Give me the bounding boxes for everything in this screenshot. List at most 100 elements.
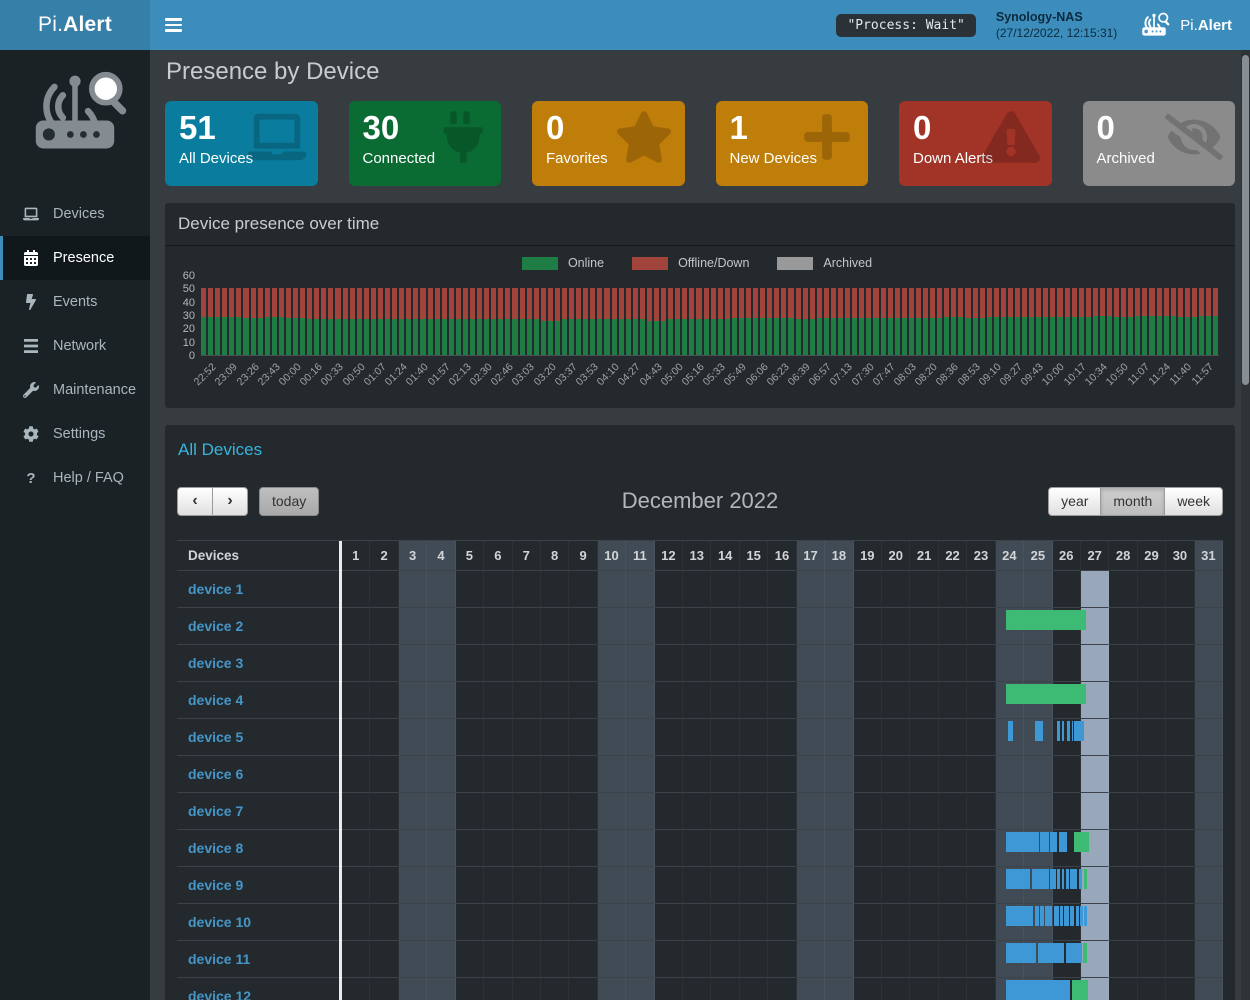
- day-cell-7: [513, 756, 541, 793]
- day-cell-9: [569, 719, 597, 756]
- day-cell-9: [569, 978, 597, 1000]
- presence-bar-blue[interactable]: [1040, 832, 1049, 852]
- card-connected[interactable]: 30Connected: [349, 101, 502, 186]
- sidebar-item-devices[interactable]: Devices: [0, 192, 150, 236]
- day-cell-28: [1109, 904, 1137, 941]
- sidebar-item-presence[interactable]: Presence: [0, 236, 150, 280]
- today-button[interactable]: today: [259, 487, 319, 516]
- presence-bar-blue[interactable]: [1066, 869, 1069, 889]
- card-all-devices[interactable]: 51All Devices: [165, 101, 318, 186]
- sidebar-item-network[interactable]: Network: [0, 324, 150, 368]
- chart-bar: [1164, 276, 1169, 355]
- presence-bar-blue[interactable]: [1070, 906, 1074, 926]
- brand-logo[interactable]: Pi.Alert: [0, 0, 150, 50]
- presence-bar-blue[interactable]: [1062, 869, 1065, 889]
- chart-bar: [562, 276, 567, 355]
- presence-bar-blue[interactable]: [1038, 943, 1064, 963]
- card-down-alerts[interactable]: 0Down Alerts: [899, 101, 1052, 186]
- presence-bar-blue[interactable]: [1064, 906, 1068, 926]
- presence-bar-blue[interactable]: [1057, 869, 1060, 889]
- card-favorites[interactable]: 0Favorites: [532, 101, 685, 186]
- week-view-button[interactable]: week: [1164, 487, 1223, 516]
- device-link[interactable]: device 4: [188, 692, 243, 708]
- device-link[interactable]: device 8: [188, 840, 243, 856]
- presence-bar-blue[interactable]: [1050, 869, 1056, 889]
- device-link[interactable]: device 2: [188, 618, 243, 634]
- presence-bar-blue[interactable]: [1062, 721, 1065, 741]
- day-cell-31: [1195, 645, 1223, 682]
- presence-bar-blue[interactable]: [1076, 906, 1079, 926]
- device-link[interactable]: device 11: [188, 951, 250, 967]
- month-view-button[interactable]: month: [1100, 487, 1165, 516]
- online-segment: [321, 319, 326, 355]
- sidebar-item-settings[interactable]: Settings: [0, 412, 150, 456]
- sidebar-item-help-faq[interactable]: ?Help / FAQ: [0, 456, 150, 500]
- day-cell-22: [939, 978, 967, 1000]
- presence-bar-blue[interactable]: [1072, 721, 1073, 741]
- presence-bar-green[interactable]: [1074, 832, 1090, 852]
- device-link[interactable]: device 3: [188, 655, 243, 671]
- year-view-button[interactable]: year: [1048, 487, 1101, 516]
- day-cell-21: [910, 978, 938, 1000]
- card-new-devices[interactable]: 1New Devices: [716, 101, 869, 186]
- chart-bar: [470, 276, 475, 355]
- online-segment: [484, 319, 489, 355]
- presence-bar-blue[interactable]: [1006, 980, 1071, 1000]
- presence-bar-green[interactable]: [1084, 869, 1087, 889]
- prev-button[interactable]: ‹: [177, 487, 213, 516]
- day-cell-3: [399, 571, 427, 608]
- device-link[interactable]: device 1: [188, 581, 243, 597]
- device-link[interactable]: device 6: [188, 766, 243, 782]
- network-icon-svg: [23, 338, 39, 354]
- day-cell-18: [825, 645, 853, 682]
- presence-bar-blue[interactable]: [1006, 943, 1036, 963]
- offline-segment: [1206, 288, 1211, 316]
- chart-bar: [555, 276, 560, 355]
- presence-bar-green[interactable]: [1006, 610, 1086, 630]
- page-scrollbar[interactable]: [1241, 50, 1250, 1000]
- presence-bar-blue[interactable]: [1035, 906, 1039, 926]
- card-archived[interactable]: 0Archived: [1083, 101, 1236, 186]
- navbar-app-brand[interactable]: Pi.Alert: [1137, 11, 1232, 39]
- presence-bar-green[interactable]: [1083, 943, 1087, 963]
- presence-bar-blue[interactable]: [1077, 721, 1084, 741]
- sidebar-item-events[interactable]: Events: [0, 280, 150, 324]
- presence-bar-blue[interactable]: [1059, 832, 1067, 852]
- online-segment: [1107, 316, 1112, 356]
- presence-bar-blue[interactable]: [1006, 906, 1034, 926]
- presence-bar-blue[interactable]: [1008, 721, 1014, 741]
- presence-bar-blue[interactable]: [1040, 906, 1044, 926]
- presence-bar-blue[interactable]: [1079, 869, 1083, 889]
- presence-bar-blue[interactable]: [1074, 721, 1077, 741]
- device-link[interactable]: device 5: [188, 729, 243, 745]
- day-cell-31: [1195, 830, 1223, 867]
- presence-bar-blue[interactable]: [1050, 832, 1057, 852]
- offline-segment: [1057, 288, 1062, 317]
- scrollbar-thumb[interactable]: [1242, 55, 1249, 385]
- device-link[interactable]: device 7: [188, 803, 243, 819]
- presence-bar-blue[interactable]: [1057, 721, 1060, 741]
- next-button[interactable]: ›: [212, 487, 248, 516]
- device-link[interactable]: device 10: [188, 914, 251, 930]
- offline-segment: [505, 288, 510, 320]
- sidebar-item-maintenance[interactable]: Maintenance: [0, 368, 150, 412]
- device-link[interactable]: device 9: [188, 877, 243, 893]
- presence-bar-blue[interactable]: [1066, 943, 1082, 963]
- presence-bar-blue[interactable]: [1084, 906, 1087, 926]
- day-cell-28: [1109, 793, 1137, 830]
- device-link[interactable]: device 12: [188, 988, 251, 1000]
- online-segment: [265, 317, 270, 355]
- presence-bar-blue[interactable]: [1070, 869, 1077, 889]
- presence-bar-blue[interactable]: [1032, 869, 1049, 889]
- sidebar-toggle-button[interactable]: [150, 0, 196, 50]
- presence-bar-blue[interactable]: [1006, 832, 1040, 852]
- presence-bar-blue[interactable]: [1035, 721, 1044, 741]
- presence-bar-blue[interactable]: [1006, 869, 1031, 889]
- presence-bar-blue[interactable]: [1054, 906, 1059, 926]
- presence-bar-blue[interactable]: [1080, 906, 1083, 926]
- presence-bar-blue[interactable]: [1067, 721, 1070, 741]
- presence-bar-green[interactable]: [1072, 980, 1088, 1000]
- presence-bar-blue[interactable]: [1060, 906, 1063, 926]
- presence-bar-green[interactable]: [1006, 684, 1086, 704]
- presence-bar-blue[interactable]: [1045, 906, 1052, 926]
